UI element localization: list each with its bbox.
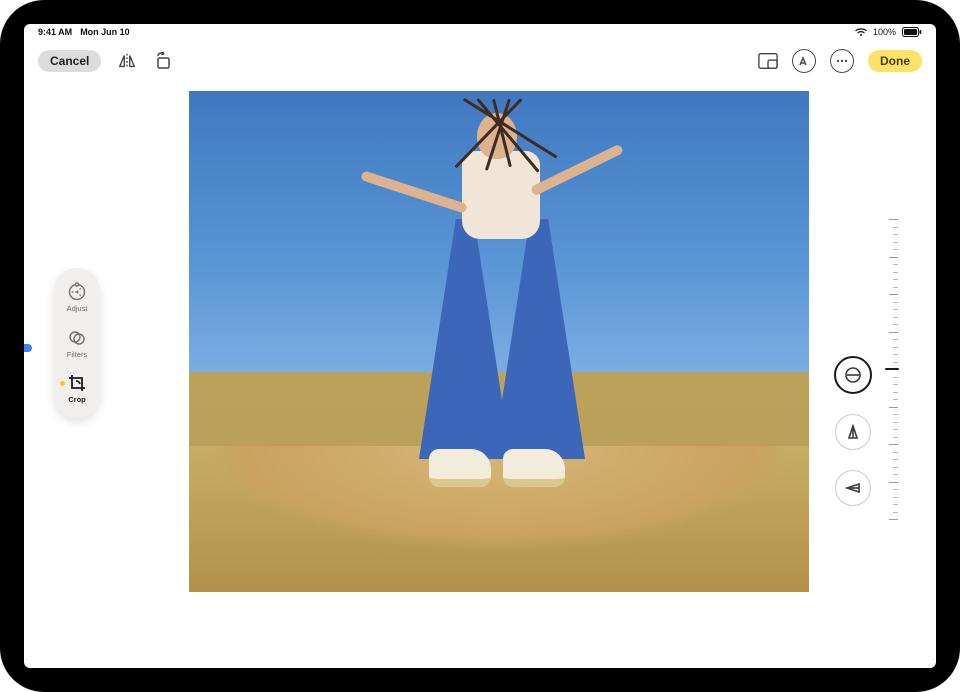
photo-content xyxy=(187,89,811,594)
flip-icon[interactable] xyxy=(117,51,137,71)
crop-right-controls xyxy=(832,219,898,519)
tool-adjust-label: Adjust xyxy=(67,304,88,313)
tool-filters-label: Filters xyxy=(67,350,87,359)
editor-top-toolbar: Cancel xyxy=(24,44,936,78)
vertical-perspective-button[interactable] xyxy=(835,414,871,450)
battery-icon xyxy=(902,27,922,37)
edit-mode-toolrail: Adjust Filters Crop xyxy=(54,268,100,418)
status-time: 9:41 AM xyxy=(38,27,72,37)
markup-button[interactable] xyxy=(792,49,816,73)
more-options-button[interactable] xyxy=(830,49,854,73)
selected-indicator-dot xyxy=(60,381,65,386)
straighten-button[interactable] xyxy=(834,356,872,394)
screen: 9:41 AM Mon Jun 10 100% xyxy=(24,24,936,668)
aspect-ratio-icon[interactable] xyxy=(758,51,778,71)
status-date: Mon Jun 10 xyxy=(80,27,130,37)
tool-crop-label: Crop xyxy=(68,395,86,404)
status-bar: 9:41 AM Mon Jun 10 100% xyxy=(24,24,936,42)
horizontal-perspective-button[interactable] xyxy=(835,470,871,506)
wifi-icon xyxy=(855,27,867,37)
rotate-icon[interactable] xyxy=(153,51,173,71)
crop-canvas[interactable] xyxy=(187,89,811,594)
tool-adjust[interactable]: Adjust xyxy=(54,282,100,313)
tool-filters[interactable]: Filters xyxy=(54,328,100,359)
tool-crop[interactable]: Crop xyxy=(54,373,100,404)
cancel-button[interactable]: Cancel xyxy=(38,50,101,72)
side-app-indicator xyxy=(24,344,32,352)
ipad-bezel: 9:41 AM Mon Jun 10 100% xyxy=(0,0,960,692)
straighten-dial-marker xyxy=(885,368,899,370)
done-button[interactable]: Done xyxy=(868,50,922,72)
status-battery-label: 100% xyxy=(873,27,896,37)
